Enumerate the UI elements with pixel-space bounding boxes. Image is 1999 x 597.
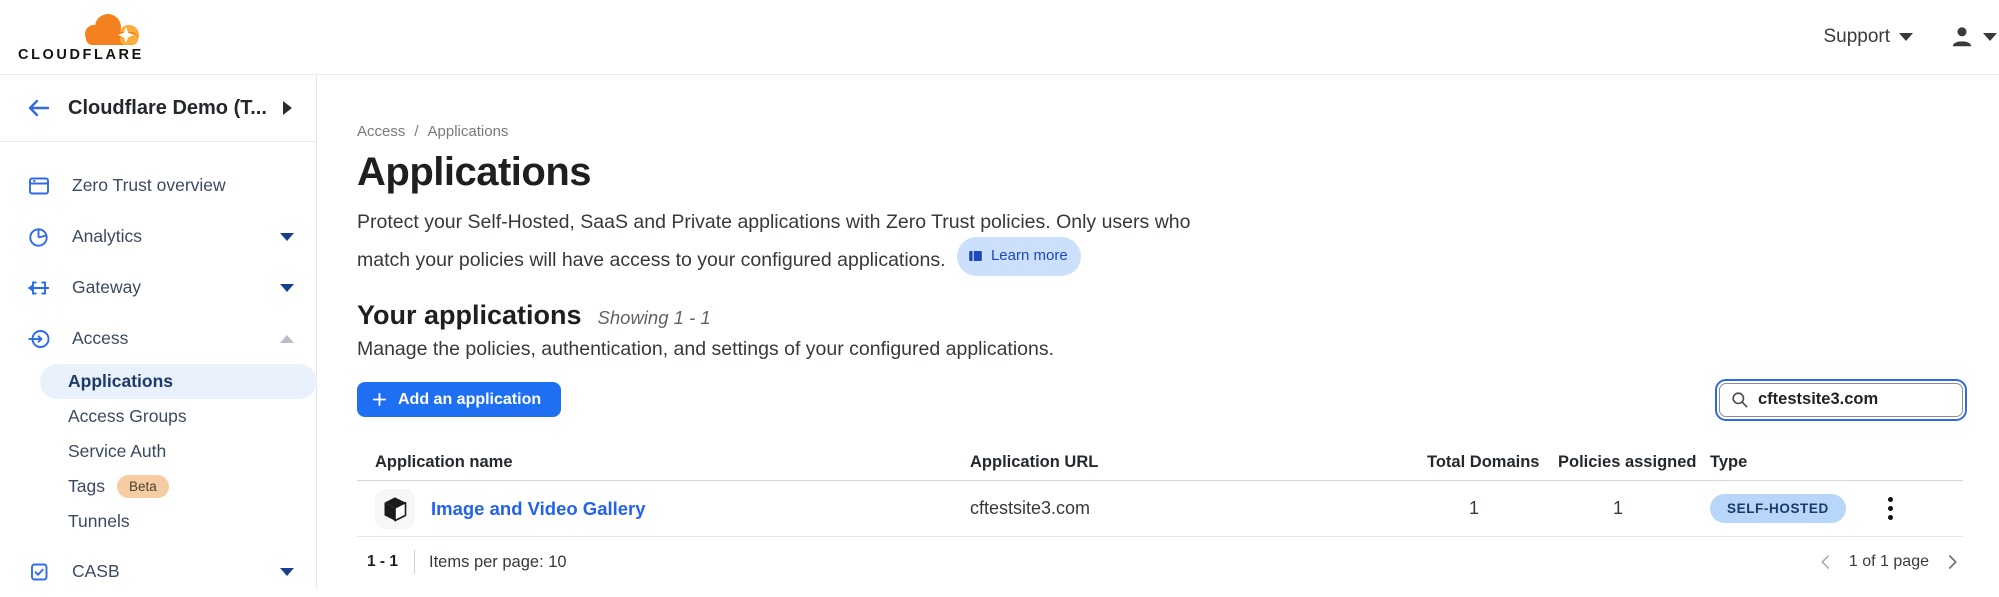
- topbar: CLOUDFLARE Support: [0, 0, 1999, 75]
- chevron-left-icon[interactable]: [1817, 553, 1835, 571]
- showing-count: Showing 1 - 1: [598, 307, 711, 329]
- add-button-label: Add an application: [398, 391, 541, 409]
- caret-down-icon: [280, 284, 294, 292]
- plus-icon: [371, 391, 388, 408]
- sidebar-item-gateway[interactable]: Gateway: [0, 262, 316, 313]
- sidebar-item-label: Access Groups: [68, 406, 187, 427]
- access-icon: [26, 327, 52, 351]
- cloudflare-cloud-icon: [82, 12, 148, 46]
- sidebar-item-tags[interactable]: Tags Beta: [0, 469, 316, 504]
- sidebar-item-service-auth[interactable]: Service Auth: [0, 434, 316, 469]
- sidebar: Cloudflare Demo (T... Zero Trust overvie…: [0, 75, 317, 588]
- page-info: 1 of 1 page: [1849, 553, 1929, 571]
- cloudflare-logo: CLOUDFLARE: [18, 12, 152, 63]
- sidebar-item-label: Gateway: [72, 277, 141, 298]
- kebab-menu-icon[interactable]: [1884, 493, 1897, 524]
- total-domains-value: 1: [1427, 498, 1558, 519]
- caret-down-icon: [1983, 33, 1997, 41]
- sidebar-nav: Zero Trust overview Analytics Gateway: [0, 142, 316, 597]
- breadcrumb-separator: /: [414, 123, 418, 140]
- section-heading-row: Your applications Showing 1 - 1: [357, 300, 1963, 331]
- breadcrumb-access[interactable]: Access: [357, 123, 405, 140]
- sidebar-item-access[interactable]: Access: [0, 313, 316, 364]
- search-icon: [1730, 390, 1750, 410]
- breadcrumb-applications: Applications: [428, 123, 509, 140]
- book-icon: [967, 248, 984, 264]
- sidebar-item-label: CASB: [72, 561, 120, 582]
- gateway-icon: [26, 276, 52, 300]
- sidebar-item-label: Tags: [68, 476, 105, 497]
- caret-down-icon: [1899, 33, 1913, 41]
- sidebar-account-header: Cloudflare Demo (T...: [0, 75, 316, 142]
- section-title: Your applications: [357, 300, 582, 331]
- casb-icon: [26, 560, 52, 584]
- sidebar-item-applications[interactable]: Applications: [40, 364, 317, 399]
- analytics-icon: [26, 225, 52, 249]
- sidebar-item-label: Zero Trust overview: [72, 175, 226, 196]
- applications-table: Application name Application URL Total D…: [357, 445, 1963, 537]
- items-per-page-control[interactable]: Items per page: 10: [429, 553, 567, 572]
- sidebar-item-casb[interactable]: CASB: [0, 546, 316, 597]
- search-box: [1719, 383, 1963, 417]
- support-label: Support: [1823, 26, 1890, 48]
- application-name-link[interactable]: Image and Video Gallery: [431, 498, 646, 520]
- table-row: Image and Video Gallery cftestsite3.com …: [357, 481, 1963, 537]
- table-header-row: Application name Application URL Total D…: [357, 445, 1963, 481]
- toolbar: Add an application: [357, 382, 1963, 417]
- sidebar-item-access-groups[interactable]: Access Groups: [0, 399, 316, 434]
- column-header-application-url: Application URL: [970, 453, 1427, 472]
- caret-up-icon: [280, 335, 294, 343]
- pagination-divider: [414, 550, 415, 574]
- overview-icon: [26, 174, 52, 198]
- sidebar-item-label: Analytics: [72, 226, 142, 247]
- page-title: Applications: [357, 150, 1963, 195]
- arrow-left-icon[interactable]: [26, 98, 50, 118]
- person-icon: [1949, 24, 1975, 50]
- account-name: Cloudflare Demo (T...: [68, 97, 267, 120]
- column-header-total-domains: Total Domains: [1427, 453, 1558, 472]
- breadcrumb: Access / Applications: [357, 123, 1963, 140]
- cube-icon: [375, 489, 415, 529]
- application-url: cftestsite3.com: [970, 498, 1427, 519]
- beta-badge: Beta: [117, 475, 169, 498]
- column-header-type: Type: [1710, 453, 1963, 472]
- sidebar-item-zero-trust-overview[interactable]: Zero Trust overview: [0, 160, 316, 211]
- main-content: Access / Applications Applications Prote…: [317, 75, 1999, 588]
- cloudflare-wordmark: CLOUDFLARE: [18, 47, 152, 63]
- pagination-bar: 1 - 1 Items per page: 10 1 of 1 page: [357, 537, 1963, 587]
- sidebar-item-label: Access: [72, 328, 128, 349]
- column-header-policies-assigned: Policies assigned: [1558, 453, 1710, 472]
- sidebar-item-label: Applications: [68, 371, 173, 392]
- learn-more-badge[interactable]: Learn more: [957, 237, 1081, 276]
- user-menu[interactable]: [1949, 24, 1997, 50]
- sidebar-item-label: Tunnels: [68, 511, 130, 532]
- learn-more-label: Learn more: [991, 241, 1068, 271]
- policies-assigned-value: 1: [1558, 498, 1710, 519]
- page-description: Protect your Self-Hosted, SaaS and Priva…: [357, 207, 1237, 276]
- pagination-range: 1 - 1: [367, 553, 398, 571]
- sidebar-item-label: Service Auth: [68, 441, 166, 462]
- column-header-application-name: Application name: [357, 453, 970, 472]
- chevron-right-icon[interactable]: [1943, 553, 1961, 571]
- add-application-button[interactable]: Add an application: [357, 382, 561, 417]
- sidebar-item-tunnels[interactable]: Tunnels: [0, 504, 316, 539]
- support-menu[interactable]: Support: [1823, 26, 1913, 48]
- caret-down-icon: [280, 568, 294, 576]
- sidebar-item-analytics[interactable]: Analytics: [0, 211, 316, 262]
- search-input[interactable]: [1719, 383, 1963, 417]
- caret-right-icon[interactable]: [283, 101, 292, 115]
- section-subtitle: Manage the policies, authentication, and…: [357, 338, 1963, 361]
- type-badge: SELF-HOSTED: [1710, 494, 1846, 523]
- caret-down-icon: [280, 233, 294, 241]
